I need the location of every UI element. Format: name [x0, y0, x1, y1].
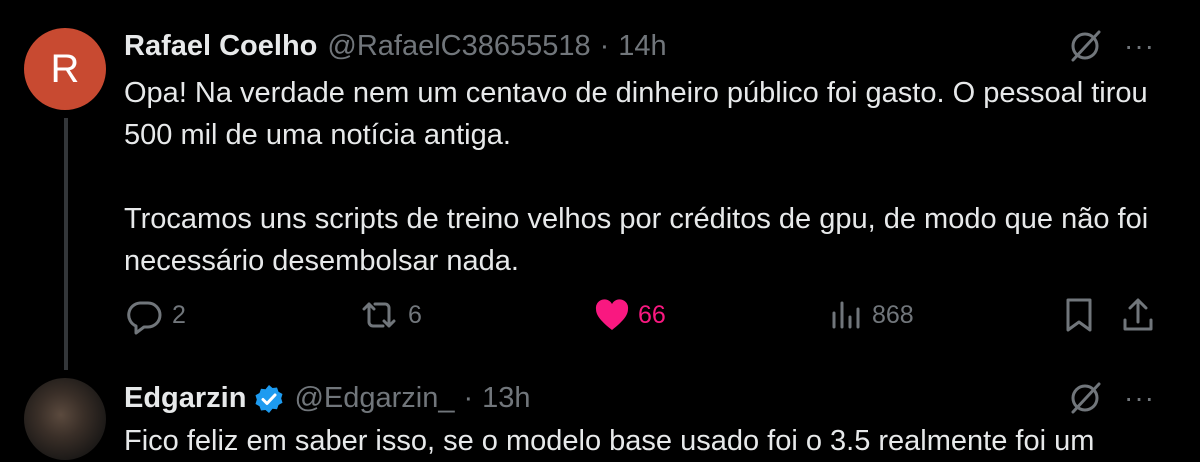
tweet-rafael[interactable]: R Rafael Coelho @RafaelC38655518 · 14h ·…	[0, 0, 1200, 370]
verified-badge-icon[interactable]	[254, 384, 284, 414]
repost-icon	[362, 302, 396, 328]
more-options-icon[interactable]: ···	[1124, 30, 1155, 62]
grok-icon[interactable]	[1066, 379, 1104, 417]
views-icon	[832, 301, 860, 329]
share-icon	[1123, 298, 1153, 331]
tweet-paragraph: Opa! Na verdade nem um centavo de dinhei…	[124, 77, 1148, 151]
avatar[interactable]	[24, 378, 106, 460]
timestamp[interactable]: 13h	[482, 382, 530, 415]
tweet-text: Fico feliz em saber isso, se o modelo ba…	[124, 425, 1095, 457]
heart-icon	[595, 299, 629, 330]
author-name[interactable]: Rafael Coelho	[124, 30, 317, 63]
repost-button[interactable]: 6	[358, 292, 422, 338]
timestamp[interactable]: 14h	[618, 30, 666, 63]
views-count: 868	[872, 300, 914, 329]
reply-count: 2	[172, 300, 186, 329]
more-options-icon[interactable]: ···	[1124, 382, 1155, 414]
tweet-text: Opa! Na verdade nem um centavo de dinhei…	[124, 72, 1164, 282]
reply-icon	[127, 301, 162, 335]
like-button[interactable]: 66	[594, 292, 666, 338]
views-button[interactable]: 868	[828, 292, 914, 338]
avatar[interactable]: R	[24, 28, 106, 110]
tweet-header: Edgarzin @Edgarzin_ · 13h	[124, 382, 531, 415]
action-bar: 2 6 66 868	[124, 292, 1164, 338]
grok-icon[interactable]	[1066, 27, 1104, 65]
like-count: 66	[638, 300, 666, 329]
author-name[interactable]: Edgarzin	[124, 382, 246, 415]
avatar-letter: R	[50, 46, 80, 91]
thread-line	[64, 118, 68, 370]
author-handle[interactable]: @RafaelC38655518	[327, 30, 590, 63]
share-button[interactable]	[1120, 292, 1156, 338]
bookmark-button[interactable]	[1062, 292, 1096, 338]
separator-dot: ·	[463, 382, 474, 414]
author-handle[interactable]: @Edgarzin_	[294, 382, 454, 415]
tweet-paragraph: Trocamos uns scripts de treino velhos po…	[124, 203, 1149, 277]
bookmark-icon	[1066, 298, 1092, 332]
reply-button[interactable]: 2	[124, 292, 186, 338]
separator-dot: ·	[599, 30, 610, 62]
repost-count: 6	[408, 300, 422, 329]
tweet-header: Rafael Coelho @RafaelC38655518 · 14h	[124, 30, 667, 63]
